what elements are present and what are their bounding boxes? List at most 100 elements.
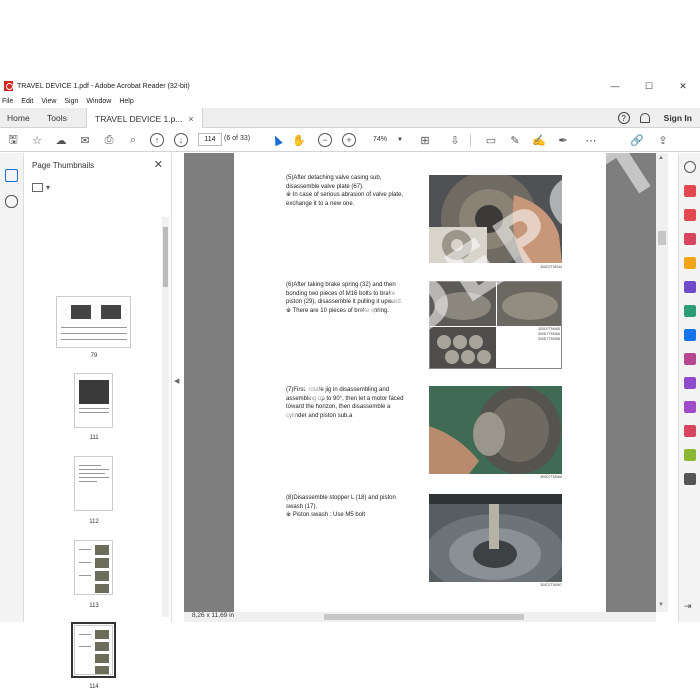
thumbnail-page-113[interactable] [74, 540, 113, 595]
piston-swash-photo [429, 494, 562, 582]
previous-page-icon[interactable]: ↑ [150, 133, 164, 147]
acrobat-window: TRAVEL DEVICE 1.pdf - Adobe Acrobat Read… [0, 77, 700, 690]
export-pdf-icon[interactable] [684, 185, 696, 197]
collapse-panel-handle[interactable]: ◀ [174, 377, 182, 385]
bookmark-star-icon[interactable]: ☆ [30, 133, 44, 147]
scroll-down-arrow-icon[interactable]: ▼ [658, 602, 664, 608]
zoom-select[interactable]: 74% ▼ [365, 133, 405, 146]
protect-icon[interactable] [684, 425, 696, 437]
more-tools-wrench-icon[interactable] [684, 473, 696, 485]
document-horizontal-scrollbar[interactable]: 8,26 x 11,69 in [184, 612, 656, 622]
close-window-button[interactable]: ✕ [666, 77, 700, 95]
step-title: (5)After detaching valve casing sub, dis… [286, 175, 382, 190]
fill-and-sign-icon[interactable] [684, 353, 696, 365]
scan-ocr-icon[interactable] [684, 329, 696, 341]
horizontal-scroll-thumb[interactable] [324, 614, 524, 620]
menu-window[interactable]: Window [86, 98, 111, 105]
photo-code: 300D7TM067 [540, 583, 562, 587]
thumbnail-options-menu[interactable]: ▾ [32, 183, 50, 192]
photo-code: 300D7TM06A [537, 332, 560, 336]
vertical-scroll-thumb[interactable] [658, 231, 666, 245]
thumbnail-label: 113 [89, 603, 99, 609]
save-icon[interactable]: 🖫 [6, 133, 20, 147]
tab-close-icon[interactable]: × [188, 114, 193, 124]
draw-icon[interactable]: ✍ [532, 133, 546, 147]
zoom-search-icon[interactable]: ⌕ [126, 133, 140, 147]
zoom-out-icon[interactable]: − [318, 133, 332, 147]
scroll-mode-icon[interactable]: ⇩ [448, 133, 462, 147]
expand-rail-icon[interactable]: ⇥ [684, 601, 696, 613]
thumbnail-label: 112 [89, 519, 99, 525]
create-pdf-icon[interactable] [684, 209, 696, 221]
cylinder-disassembly-photo [429, 386, 562, 474]
fill-sign-icon[interactable]: ✒ [556, 133, 570, 147]
menu-edit[interactable]: Edit [21, 98, 33, 105]
thumbnail-page-111[interactable] [74, 373, 113, 428]
toolbar: 🖫 ☆ ☁ ✉ ⎙ ⌕ ↑ ↓ 114 (6 of 33) ✋ − + 74% … [0, 128, 700, 152]
share-icon[interactable]: ⇪ [656, 133, 670, 147]
sign-in-button[interactable]: Sign In [664, 113, 692, 123]
edit-pdf-icon[interactable] [684, 233, 696, 245]
step-note: ※ In case of serious abrasion of valve p… [286, 192, 404, 207]
page-thumbnails-icon[interactable] [5, 169, 18, 182]
print-icon[interactable]: ⎙ [102, 133, 116, 147]
toolbar-divider [470, 134, 471, 146]
chevron-down-icon: ▾ [46, 183, 51, 192]
thumbnail-label: 111 [89, 435, 99, 441]
photo-code: 300D7TM066 [540, 475, 562, 479]
tabs-bar: Home Tools TRAVEL DEVICE 1.p... × ? Sign… [0, 108, 700, 129]
step-title: (8)Disassemble stopper L (18) and piston… [286, 495, 396, 510]
hand-tool-icon[interactable]: ✋ [292, 133, 306, 147]
zoom-value: 74% [373, 136, 388, 143]
minimize-button[interactable]: — [598, 77, 632, 95]
thumbnails-scroll-thumb[interactable] [163, 227, 168, 287]
comment-icon[interactable]: ▭ [484, 133, 498, 147]
request-signatures-icon[interactable] [684, 377, 696, 389]
menu-bar: File Edit View Sign Window Help [0, 95, 142, 108]
zoom-in-icon[interactable]: + [342, 133, 356, 147]
thumbnail-page-79[interactable] [56, 296, 131, 348]
menu-sign[interactable]: Sign [64, 98, 78, 105]
comment-tool-icon[interactable] [684, 257, 696, 269]
select-cursor-icon[interactable] [270, 133, 284, 147]
search-tools-icon[interactable] [684, 161, 696, 173]
document-viewport[interactable]: (5)After detaching valve casing sub, dis… [184, 153, 656, 612]
page-number-input[interactable]: 114 [198, 133, 222, 146]
menu-help[interactable]: Help [119, 98, 133, 105]
next-page-icon[interactable]: ↓ [174, 133, 188, 147]
share-link-icon[interactable]: 🔗 [630, 133, 644, 147]
thumbnail-label: 114 [89, 684, 99, 690]
document-vertical-scrollbar[interactable]: ▲ ▼ [656, 153, 668, 612]
highlight-pen-icon[interactable]: ✎ [508, 133, 522, 147]
thumbnail-page-112[interactable] [74, 456, 113, 511]
organize-pages-icon[interactable] [684, 305, 696, 317]
window-title: TRAVEL DEVICE 1.pdf - Adobe Acrobat Read… [17, 82, 190, 90]
close-panel-icon[interactable]: ✕ [154, 158, 163, 171]
cloud-upload-icon[interactable]: ☁ [54, 133, 68, 147]
tab-document[interactable]: TRAVEL DEVICE 1.p... × [86, 108, 203, 129]
menu-view[interactable]: View [41, 98, 56, 105]
tab-tools[interactable]: Tools [47, 108, 67, 128]
thumbnail-label: 79 [90, 353, 98, 359]
redact-icon[interactable] [684, 449, 696, 461]
page-display-icon[interactable]: ⊞ [418, 133, 432, 147]
send-for-comments-icon[interactable] [684, 401, 696, 413]
scroll-up-arrow-icon[interactable]: ▲ [658, 155, 664, 161]
right-tools-rail: ⇥ [678, 153, 700, 622]
panel-title: Page Thumbnails [32, 161, 95, 170]
combine-files-icon[interactable] [684, 281, 696, 293]
photo-code: 300D7TM05B [537, 337, 560, 341]
thumbnails-scrollbar[interactable] [162, 217, 169, 617]
maximize-button[interactable]: ☐ [632, 77, 666, 95]
help-icon[interactable]: ? [617, 112, 630, 124]
step-8-text: (8)Disassemble stopper L (18) and piston… [286, 494, 411, 520]
email-icon[interactable]: ✉ [78, 133, 92, 147]
thumbnail-page-114[interactable] [71, 622, 116, 678]
more-tools-icon[interactable]: ⋯ [584, 133, 598, 147]
menu-file[interactable]: File [2, 98, 13, 105]
attachments-paperclip-icon[interactable] [5, 195, 18, 208]
window-controls: — ☐ ✕ [598, 77, 700, 95]
tab-document-label: TRAVEL DEVICE 1.p... [95, 113, 183, 124]
notifications-bell-icon[interactable] [639, 113, 650, 123]
tab-home[interactable]: Home [7, 108, 30, 128]
